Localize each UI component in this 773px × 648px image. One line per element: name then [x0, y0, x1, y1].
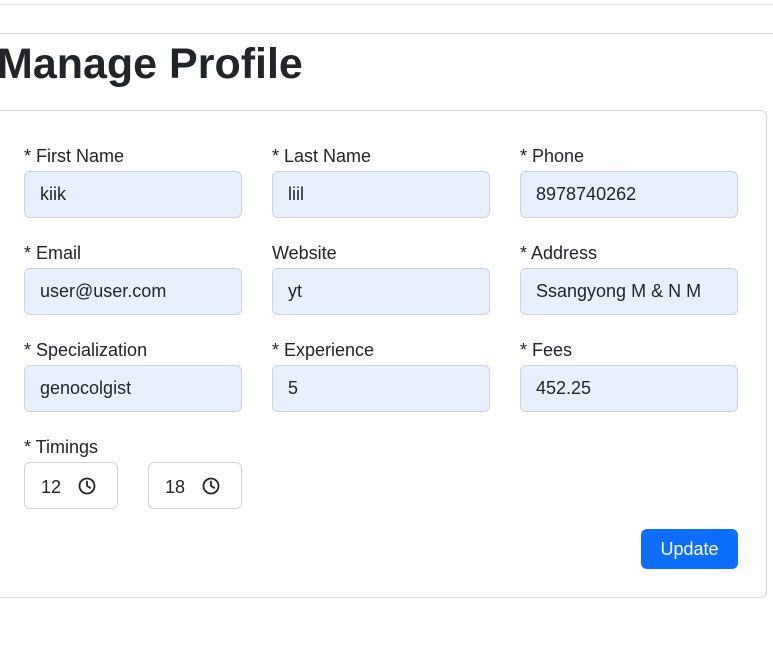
address-label: * Address	[520, 243, 598, 263]
top-divider	[0, 4, 773, 5]
email-group: * Email	[24, 242, 242, 315]
website-label: Website	[272, 243, 337, 263]
experience-group: * Experience	[272, 339, 490, 412]
phone-group: * Phone	[520, 145, 738, 218]
clock-icon[interactable]	[77, 476, 97, 496]
last-name-group: * Last Name	[272, 145, 490, 218]
end-time-input[interactable]: 18	[148, 462, 242, 509]
phone-label: * Phone	[520, 146, 585, 166]
fees-group: * Fees	[520, 339, 738, 412]
website-group: Website	[272, 242, 490, 315]
start-time-value: 12	[41, 477, 62, 497]
first-name-input[interactable]	[24, 171, 242, 218]
last-name-input[interactable]	[272, 171, 490, 218]
specialization-group: * Specialization	[24, 339, 242, 412]
website-input[interactable]	[272, 268, 490, 315]
clock-icon[interactable]	[201, 476, 221, 496]
first-name-group: * First Name	[24, 145, 242, 218]
email-input[interactable]	[24, 268, 242, 315]
header-divider	[0, 33, 773, 34]
last-name-label: * Last Name	[272, 146, 372, 166]
experience-input[interactable]	[272, 365, 490, 412]
email-label: * Email	[24, 243, 82, 263]
experience-label: * Experience	[272, 340, 375, 360]
specialization-input[interactable]	[24, 365, 242, 412]
fees-input[interactable]	[520, 365, 738, 412]
phone-input[interactable]	[520, 171, 738, 218]
timings-label: * Timings	[24, 437, 99, 457]
fees-label: * Fees	[520, 340, 573, 360]
start-time-input[interactable]: 12	[24, 462, 118, 509]
page-title: Manage Profile	[0, 40, 303, 88]
address-group: * Address	[520, 242, 738, 315]
timings-group: * Timings	[24, 436, 242, 458]
first-name-label: * First Name	[24, 146, 125, 166]
end-time-value: 18	[165, 477, 186, 497]
address-input[interactable]	[520, 268, 738, 315]
update-button[interactable]: Update	[641, 529, 738, 569]
specialization-label: * Specialization	[24, 340, 148, 360]
